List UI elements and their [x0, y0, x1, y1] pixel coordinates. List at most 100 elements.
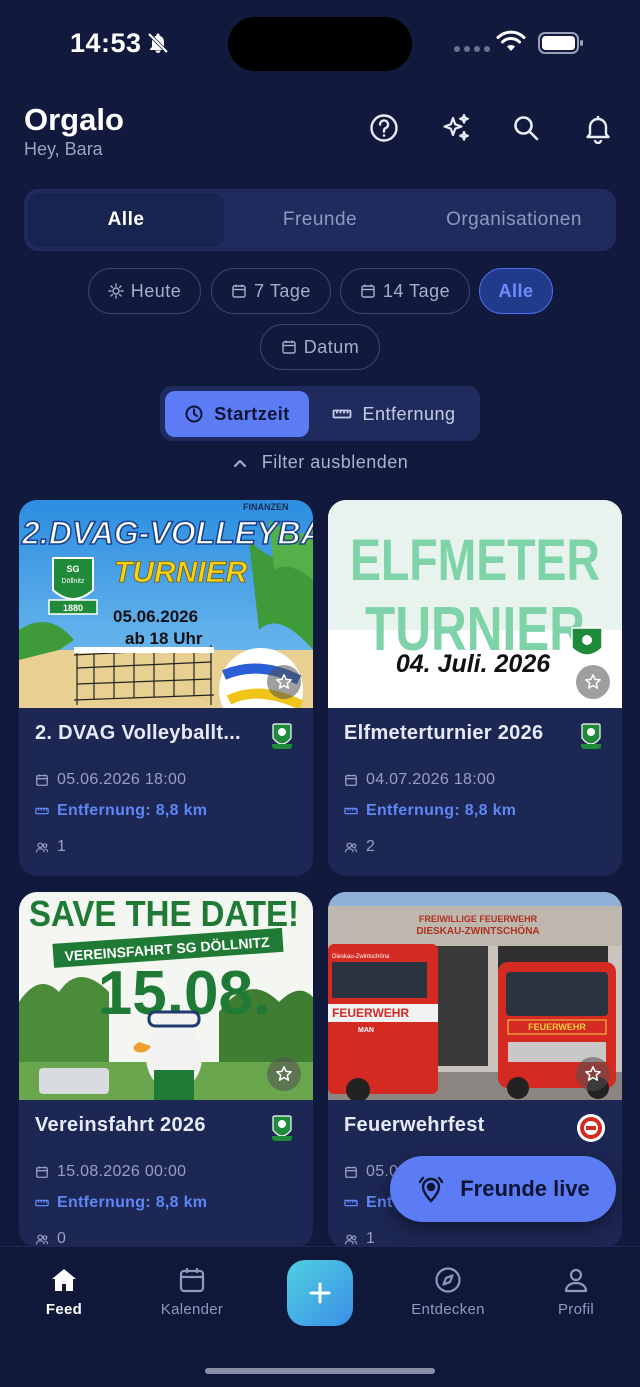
event-title: Feuerwehrfest: [344, 1114, 485, 1136]
event-title: 2. DVAG Volleyballt...: [35, 722, 241, 744]
event-distance-row: Entfernung: 8,8 km: [35, 802, 207, 820]
event-date: 04.07.2026 18:00: [366, 771, 496, 788]
favorite-star-button[interactable]: [267, 1057, 301, 1091]
chip-14-tage[interactable]: 14 Tage: [340, 268, 470, 314]
feed-scope-tabs: Alle Freunde Organisationen: [24, 189, 616, 251]
image-truck-text: FEUERWEHR: [332, 1006, 409, 1020]
chip-label: 14 Tage: [382, 280, 451, 301]
sort-label: Startzeit: [214, 403, 290, 424]
event-participants: 1: [57, 838, 67, 855]
sort-entfernung[interactable]: Entfernung: [312, 391, 476, 437]
status-bar: 14:53: [0, 0, 640, 90]
tab-label: Entdecken: [411, 1301, 485, 1318]
plus-icon: [309, 1282, 331, 1304]
event-participants-row: 2: [344, 838, 375, 856]
notification-bell-icon[interactable]: [582, 112, 614, 144]
status-time: 14:53: [70, 28, 142, 58]
tab-alle[interactable]: Alle: [28, 193, 224, 247]
chip-heute[interactable]: Heute: [88, 268, 201, 314]
bottom-tab-bar: Feed Kalender Entdecken Profil: [0, 1246, 640, 1387]
live-location-icon: [419, 1176, 444, 1203]
help-icon[interactable]: [368, 112, 400, 144]
event-title: Elfmeterturnier 2026: [344, 722, 544, 744]
greeting-text: Hey, Bara: [24, 139, 103, 159]
event-distance-row: Entfernung: 8,8 km: [344, 802, 516, 820]
org-logo-sg-doellnitz: [272, 723, 292, 749]
ruler-icon: [333, 409, 352, 419]
org-logo-sg-doellnitz: [581, 723, 601, 749]
tab-label: Feed: [45, 1301, 83, 1318]
star-icon: [276, 1066, 292, 1081]
dynamic-island: [228, 17, 412, 71]
event-date-row: 05.06.2026 18:00: [35, 771, 186, 789]
tab-freunde[interactable]: Freunde: [224, 193, 416, 247]
calendar-icon: [345, 1166, 357, 1178]
tab-entdecken[interactable]: Entdecken: [393, 1265, 503, 1318]
home-indicator: [205, 1368, 435, 1374]
tab-organisationen[interactable]: Organisationen: [416, 193, 612, 247]
sort-startzeit[interactable]: Startzeit: [165, 391, 309, 437]
cellular-signal-icon: [454, 46, 490, 52]
compass-icon: [435, 1267, 461, 1293]
image-date: 04. Juli. 2026: [396, 650, 551, 678]
event-participants-row: 1: [35, 838, 66, 856]
event-card[interactable]: 2.DVAG-VOLLEYBALL TURNIER 05.06.2026 ab …: [19, 500, 313, 876]
tab-profil[interactable]: Profil: [521, 1265, 631, 1318]
event-card[interactable]: SAVE THE DATE! VEREINSFAHRT SG DÖLLNITZ …: [19, 892, 313, 1248]
chip-label: Heute: [130, 280, 182, 301]
chip-alle[interactable]: Alle: [479, 268, 553, 314]
calendar-icon: [282, 340, 296, 354]
home-icon: [52, 1269, 76, 1291]
people-icon: [344, 842, 358, 853]
calendar-icon: [179, 1268, 205, 1293]
favorite-star-button[interactable]: [267, 665, 301, 699]
tab-kalender[interactable]: Kalender: [137, 1265, 247, 1318]
star-icon: [585, 1066, 601, 1081]
event-title: Vereinsfahrt 2026: [35, 1114, 206, 1136]
bell-off-icon: [147, 32, 169, 54]
event-distance: Entfernung: 8,8 km: [57, 802, 208, 819]
sort-toggle: Startzeit Entfernung: [160, 386, 480, 441]
event-distance: Entfernung: 8,8 km: [366, 802, 517, 819]
event-date-row: 15.08.2026 00:00: [35, 1163, 186, 1181]
add-event-button[interactable]: [287, 1260, 353, 1326]
image-place-text: DIESKAU-ZWINTSCHÖNA: [416, 924, 539, 937]
ruler-icon: [35, 1199, 49, 1207]
image-line1: ELFMETER: [350, 528, 600, 593]
tab-feed[interactable]: Feed: [9, 1265, 119, 1318]
app-header: Orgalo Hey, Bara: [0, 90, 640, 170]
filter-toggle-button[interactable]: Filter ausblenden: [0, 452, 640, 473]
image-date: 05.06.2026: [113, 607, 198, 626]
tab-label: Profil: [558, 1301, 594, 1318]
badge-mid-text: Döllnitz: [62, 578, 85, 585]
search-icon[interactable]: [510, 112, 542, 144]
image-truck-plate: Dieskau-Zwintschöna: [332, 954, 390, 960]
chip-datum[interactable]: Datum: [260, 324, 380, 370]
calendar-icon: [345, 774, 357, 786]
event-card[interactable]: ELFMETER TURNIER 04. Juli. 2026 Elfmeter…: [328, 500, 622, 876]
event-distance: Entfernung: 8,8 km: [57, 1194, 208, 1211]
image-truck-text-2: FEUERWEHR: [528, 1022, 586, 1032]
chip-label: Alle: [498, 280, 534, 301]
favorite-star-button[interactable]: [576, 1057, 610, 1091]
battery-icon: [538, 32, 583, 54]
ruler-icon: [344, 1199, 358, 1207]
friends-live-button[interactable]: Freunde live: [390, 1156, 616, 1222]
event-distance-row: Ent: [344, 1194, 393, 1212]
chip-label: Datum: [303, 336, 360, 357]
event-participants: 2: [366, 838, 376, 855]
calendar-icon: [232, 284, 246, 298]
people-icon: [344, 1234, 358, 1245]
ruler-icon: [35, 807, 49, 815]
image-time: ab 18 Uhr: [125, 629, 203, 648]
friends-live-label: Freunde live: [460, 1176, 590, 1201]
image-building-text: FREIWILLIGE FEUERWEHR: [419, 914, 538, 924]
chevron-up-icon: [233, 459, 246, 467]
chip-7-tage[interactable]: 7 Tage: [211, 268, 331, 314]
chip-label: 7 Tage: [254, 280, 311, 301]
sparkles-icon[interactable]: [440, 112, 472, 144]
org-logo-sg-doellnitz: [272, 1115, 292, 1141]
image-truck-brand: MAN: [358, 1027, 374, 1034]
event-date: 15.08.2026 00:00: [57, 1163, 187, 1180]
favorite-star-button[interactable]: [576, 665, 610, 699]
